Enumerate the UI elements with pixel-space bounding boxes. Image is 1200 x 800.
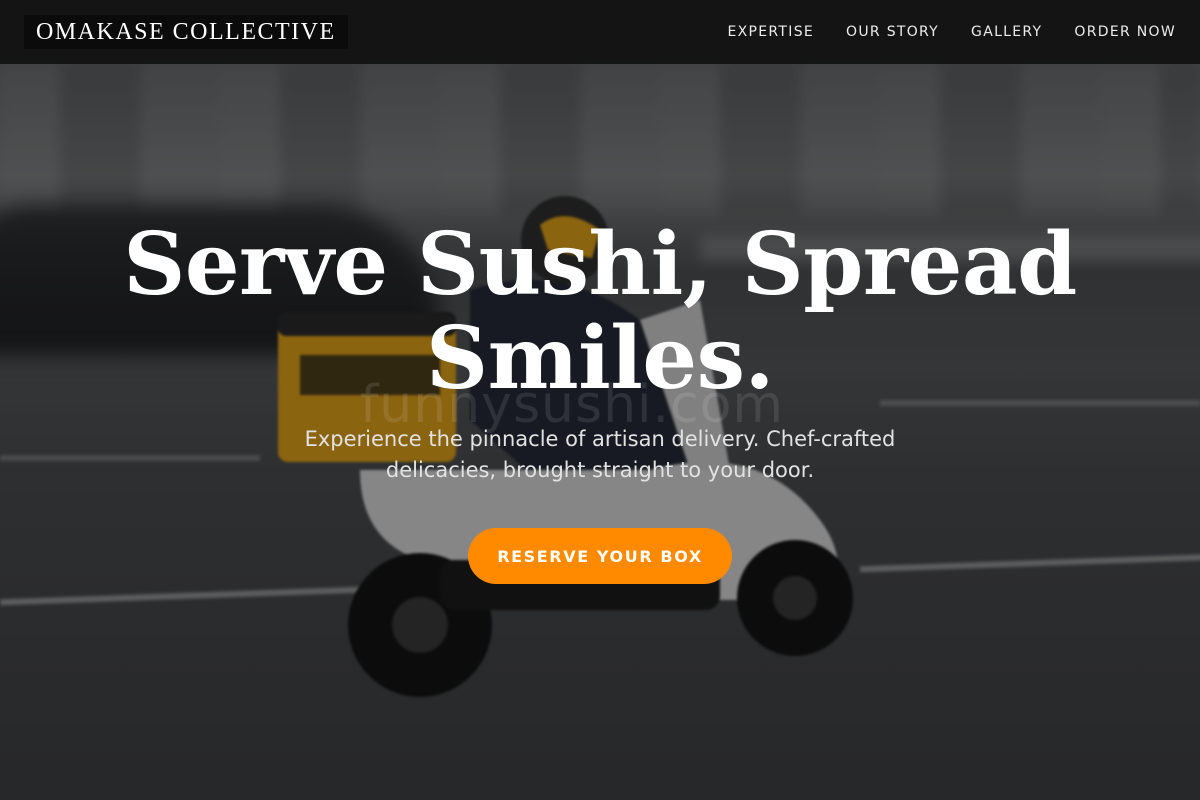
nav-link-order-now[interactable]: ORDER NOW [1074,24,1176,40]
reserve-box-button[interactable]: RESERVE YOUR BOX [468,528,732,584]
top-navbar: OMAKASE COLLECTIVE EXPERTISE OUR STORY G… [0,0,1200,64]
nav-link-our-story[interactable]: OUR STORY [846,24,939,40]
hero-headline-line1: Serve Sushi, Spread [123,214,1077,315]
hero-subtitle: Experience the pinnacle of artisan deliv… [304,427,896,482]
hero-headline-line2: Smiles. [425,308,775,409]
hero-headline: Serve Sushi, Spread Smiles. [0,218,1200,406]
nav-link-gallery[interactable]: GALLERY [971,24,1042,40]
hero-content: Serve Sushi, Spread Smiles. Experience t… [0,0,1200,800]
nav-links: EXPERTISE OUR STORY GALLERY ORDER NOW [728,24,1177,40]
nav-link-expertise[interactable]: EXPERTISE [728,24,815,40]
brand-logo[interactable]: OMAKASE COLLECTIVE [24,15,348,49]
